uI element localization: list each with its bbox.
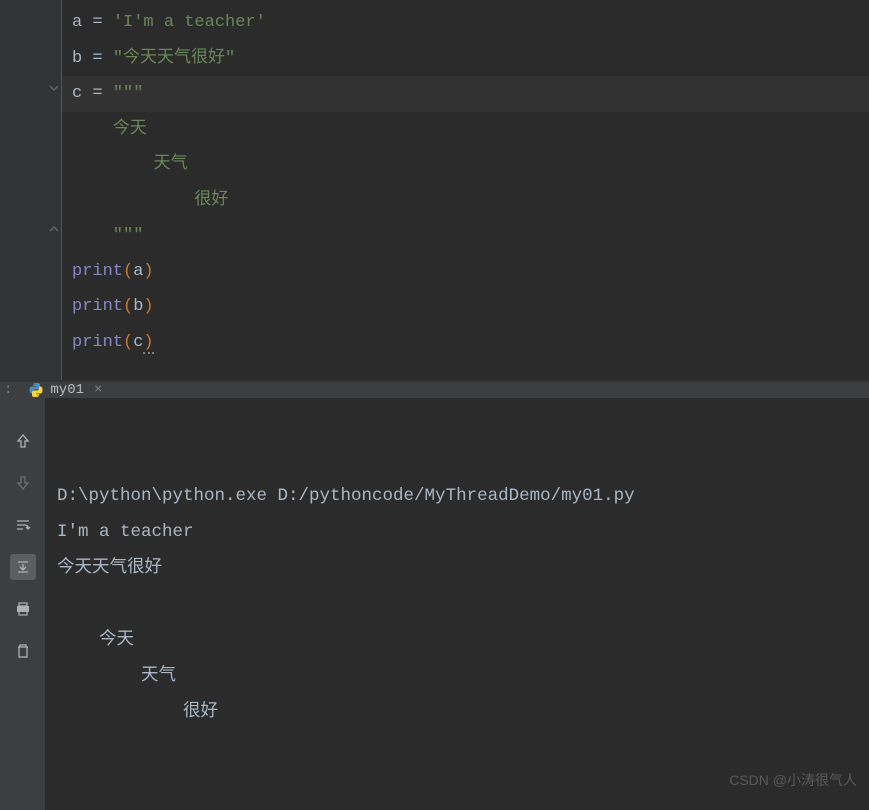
code-line[interactable]: print(a) [62, 254, 869, 290]
code-line[interactable]: """ [62, 218, 869, 254]
code-line[interactable]: b = "今天天气很好" [62, 41, 869, 77]
scroll-to-end-icon[interactable] [10, 554, 36, 580]
console-line: 天气 [57, 658, 857, 694]
arrow-up-icon[interactable] [10, 428, 36, 454]
arrow-down-icon[interactable] [10, 470, 36, 496]
python-icon [28, 382, 44, 398]
trash-icon[interactable] [10, 638, 36, 664]
run-label-prefix: : [0, 382, 20, 398]
console-line [57, 586, 857, 622]
soft-wrap-icon[interactable] [10, 512, 36, 538]
run-tab[interactable]: my01 × [20, 382, 110, 398]
run-tool-header: : my01 × [0, 382, 869, 398]
code-area[interactable]: a = 'I'm a teacher'b = "今天天气很好"c = """ 今… [62, 0, 869, 380]
console-line: 今天 [57, 622, 857, 658]
code-line[interactable]: a = 'I'm a teacher' [62, 5, 869, 41]
run-tab-name: my01 [50, 382, 84, 398]
editor-pane: a = 'I'm a teacher'b = "今天天气很好"c = """ 今… [0, 0, 869, 380]
console-line: 今天天气很好 [57, 550, 857, 586]
code-line[interactable]: print(c) [62, 325, 869, 361]
close-icon[interactable]: × [90, 382, 102, 398]
fold-marker-icon[interactable] [48, 223, 60, 239]
fold-marker-icon[interactable] [48, 82, 60, 98]
console-output[interactable]: D:\python\python.exe D:/pythoncode/MyThr… [45, 398, 869, 810]
console-pane: D:\python\python.exe D:/pythoncode/MyThr… [0, 398, 869, 810]
code-line[interactable]: c = """ [62, 76, 869, 112]
console-line: D:\python\python.exe D:/pythoncode/MyThr… [57, 478, 857, 514]
console-toolbar [0, 398, 45, 810]
code-line[interactable]: 天气 [62, 147, 869, 183]
code-line[interactable]: print(b) [62, 289, 869, 325]
editor-gutter [0, 0, 62, 380]
console-line: I'm a teacher [57, 514, 857, 550]
print-icon[interactable] [10, 596, 36, 622]
code-line[interactable]: 今天 [62, 112, 869, 148]
watermark-text: CSDN @小涛很气人 [729, 762, 857, 798]
console-line: 很好 [57, 694, 857, 730]
code-line[interactable]: 很好 [62, 183, 869, 219]
